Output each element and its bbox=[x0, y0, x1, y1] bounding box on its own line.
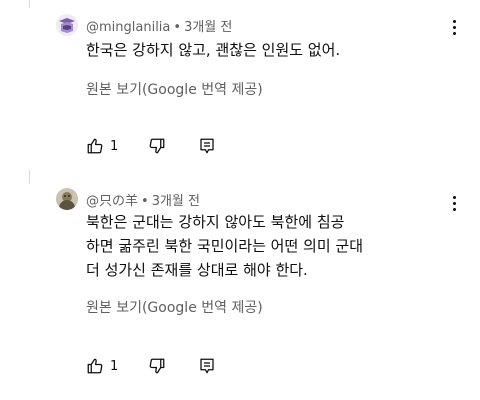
translate-link[interactable]: 원본 보기(Google 번역 제공) bbox=[86, 297, 263, 317]
separator: • bbox=[141, 194, 149, 209]
comment-text: 북한은 군대는 강하지 않아도 북한에 침공 하면 굶주린 북한 국민이라는 어… bbox=[86, 210, 456, 282]
like-count: 1 bbox=[110, 358, 119, 374]
like-icon bbox=[86, 357, 104, 375]
like-button[interactable]: 1 bbox=[86, 357, 118, 375]
comment-actions: 1 bbox=[86, 355, 216, 377]
comment-text-line: 하면 굶주린 북한 국민이라는 어떤 의미 군대 bbox=[86, 237, 364, 255]
comment-time[interactable]: 3개월 전 bbox=[152, 194, 200, 209]
dislike-icon bbox=[148, 357, 166, 375]
comment-header: @只の羊 • 3개월 전 bbox=[86, 190, 200, 209]
dislike-button[interactable] bbox=[148, 357, 166, 375]
reply-button[interactable] bbox=[198, 357, 216, 375]
reply-icon bbox=[198, 357, 216, 375]
avatar[interactable] bbox=[56, 188, 78, 210]
comment-text-line: 더 성가신 존재를 상대로 해야 한다. bbox=[86, 261, 308, 279]
comment-item: @只の羊 • 3개월 전 북한은 군대는 강하지 않아도 북한에 침공 하면 굶주린… bbox=[0, 0, 480, 400]
author-name[interactable]: @只の羊 bbox=[86, 194, 138, 209]
comment-text-line: 북한은 군대는 강하지 않아도 북한에 침공 bbox=[86, 213, 345, 231]
